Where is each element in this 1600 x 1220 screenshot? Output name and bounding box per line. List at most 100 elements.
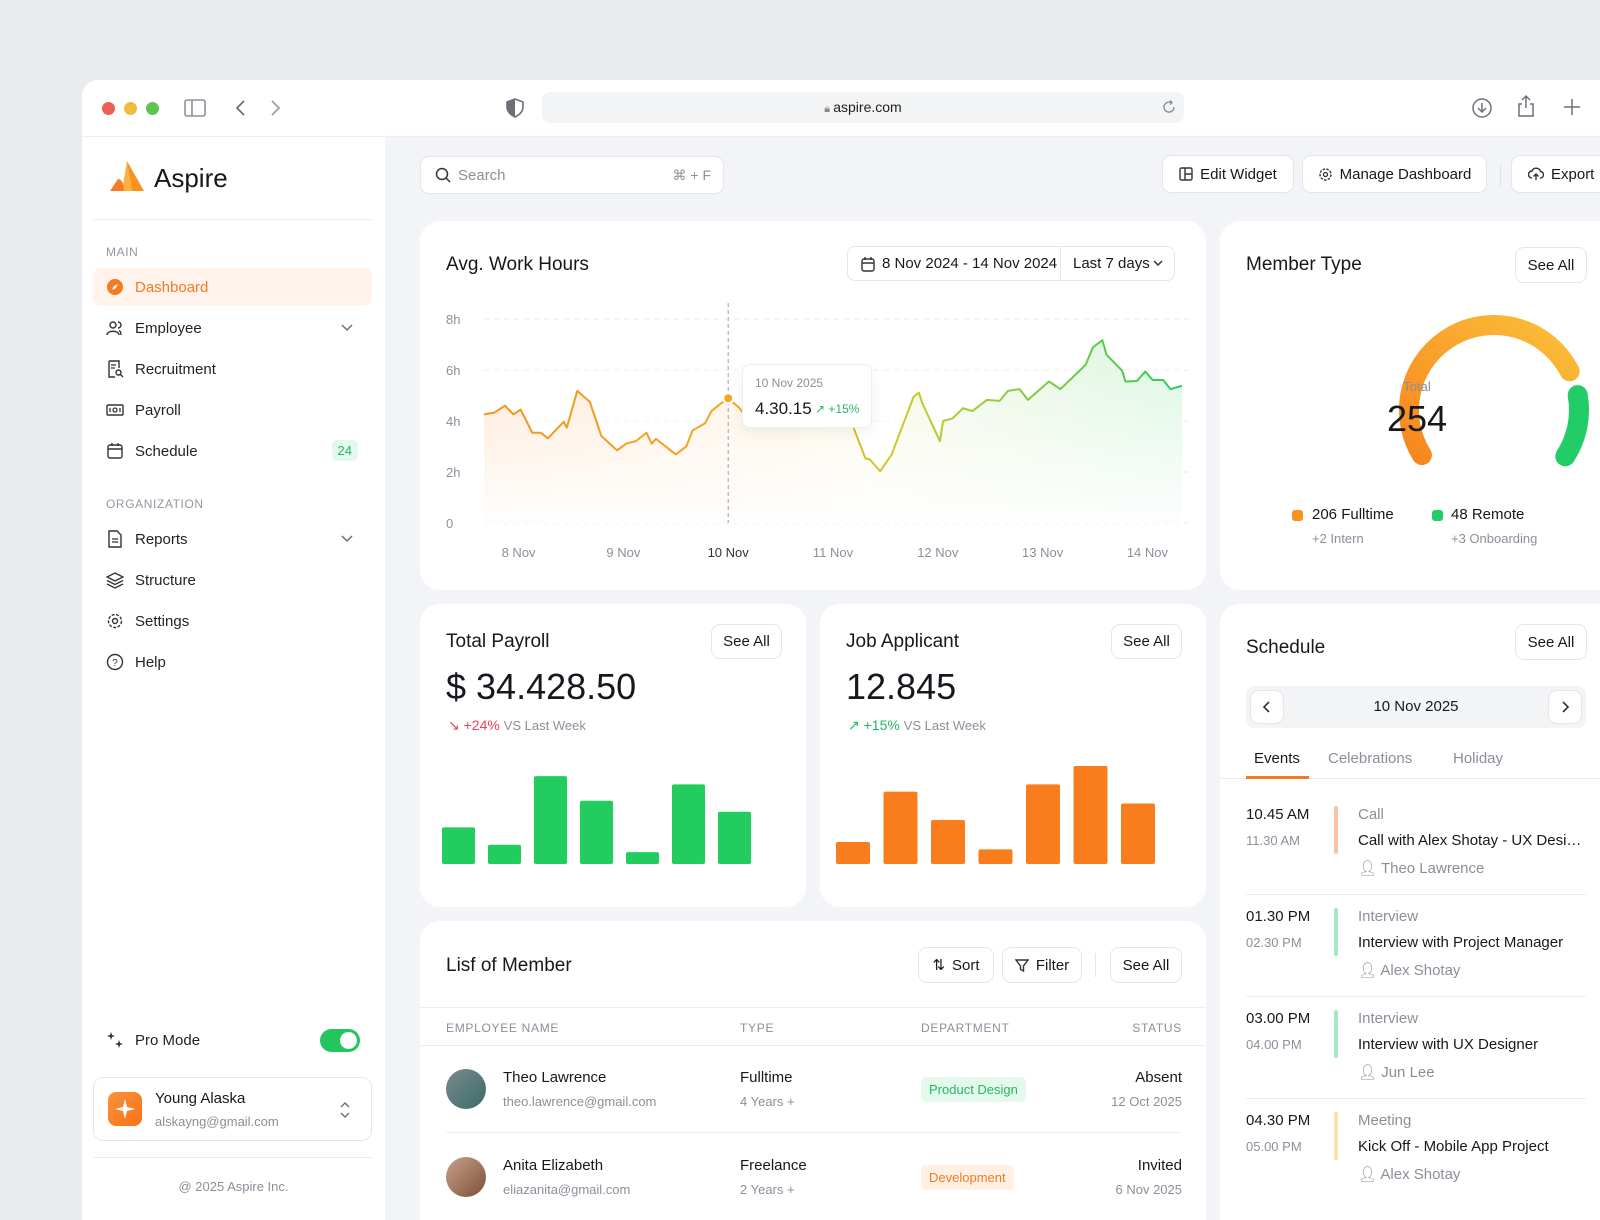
bar xyxy=(718,812,751,864)
sidebar-item-schedule[interactable]: Schedule24 xyxy=(93,432,372,470)
chevron-down-icon[interactable] xyxy=(340,531,354,545)
fulltime-legend-swatch xyxy=(1292,510,1303,521)
sidebar-item-dashboard[interactable]: Dashboard xyxy=(93,268,372,306)
browser-window: 🔒︎ aspire.com Aspire MAIN Dashboard Empl… xyxy=(82,80,1600,1220)
sort-button[interactable]: ⇅Sort xyxy=(918,947,994,983)
sidebar-item-structure[interactable]: Structure xyxy=(93,561,372,599)
sidebar-item-settings[interactable]: Settings xyxy=(93,602,372,640)
event-name: Interview with Project Manager xyxy=(1358,934,1588,951)
sidebar-item-label: Help xyxy=(135,654,166,671)
chevron-down-icon[interactable] xyxy=(340,320,354,334)
table-row[interactable]: Theo Lawrencetheo.lawrence@gmail.comFull… xyxy=(446,1045,1182,1133)
bar xyxy=(979,849,1013,864)
onboarding-count: +3 Onboarding xyxy=(1451,531,1537,546)
tab-events[interactable]: Events xyxy=(1254,750,1300,767)
close-window-button[interactable] xyxy=(102,102,115,115)
address-bar[interactable]: 🔒︎ aspire.com xyxy=(542,92,1184,123)
sidebar-item-label: Dashboard xyxy=(135,279,208,296)
bar xyxy=(1026,784,1060,864)
money-icon xyxy=(106,401,124,419)
schedule-count-badge: 24 xyxy=(332,440,358,461)
search-placeholder: Search xyxy=(458,167,506,184)
search-input[interactable]: Search ⌘ + F xyxy=(420,156,724,194)
schedule-event[interactable]: 03.00 PM04.00 PMInterviewInterview with … xyxy=(1246,1010,1596,1110)
employee-status: Invited xyxy=(1138,1157,1182,1174)
sidebar-toggle-icon[interactable] xyxy=(184,99,206,117)
share-icon[interactable] xyxy=(1516,94,1536,118)
avg-work-hours-card: Avg. Work Hours 8 Nov 2024 - 14 Nov 2024… xyxy=(420,221,1206,590)
user-profile-switcher[interactable]: Young Alaska alskayng@gmail.com xyxy=(93,1077,372,1141)
event-person: Alex Shotay xyxy=(1380,1166,1460,1183)
table-row[interactable]: Anita Elizabetheliazanita@gmail.comFreel… xyxy=(446,1133,1182,1220)
minimize-window-button[interactable] xyxy=(124,102,137,115)
back-icon[interactable] xyxy=(234,99,246,117)
sidebar-item-reports[interactable]: Reports xyxy=(93,520,372,558)
new-tab-icon[interactable] xyxy=(1562,97,1582,117)
payroll-bar-chart xyxy=(420,604,806,907)
column-header-status[interactable]: STATUS xyxy=(1132,1021,1182,1035)
reload-icon[interactable] xyxy=(1162,100,1176,114)
see-all-button[interactable]: See All xyxy=(1515,624,1587,660)
x-tick-label: 12 Nov xyxy=(917,545,959,560)
event-start: 01.30 PM xyxy=(1246,908,1310,925)
event-kind: Interview xyxy=(1358,1010,1418,1027)
forward-icon[interactable] xyxy=(270,99,282,117)
schedule-event[interactable]: 10.45 AM11.30 AMCallCall with Alex Shota… xyxy=(1246,806,1596,906)
event-start: 04.30 PM xyxy=(1246,1112,1310,1129)
sidebar-item-payroll[interactable]: Payroll xyxy=(93,391,372,429)
tooltip-date: 10 Nov 2025 xyxy=(755,376,823,390)
x-tick-label: 10 Nov xyxy=(708,545,750,560)
highlight-point[interactable] xyxy=(723,393,733,403)
x-tick-label: 13 Nov xyxy=(1022,545,1064,560)
intern-count: +2 Intern xyxy=(1312,531,1364,546)
event-start: 03.00 PM xyxy=(1246,1010,1310,1027)
tooltip-change-value: +15% xyxy=(828,402,859,416)
remote-legend-swatch xyxy=(1432,510,1443,521)
employee-type: Fulltime xyxy=(740,1069,793,1086)
column-header-type[interactable]: TYPE xyxy=(740,1021,774,1035)
sidebar-item-recruitment[interactable]: Recruitment xyxy=(93,350,372,388)
filter-icon xyxy=(1015,959,1029,972)
edit-widget-button[interactable]: Edit Widget xyxy=(1162,155,1294,193)
column-header-department[interactable]: DEPARTMENT xyxy=(921,1021,1010,1035)
filter-button[interactable]: Filter xyxy=(1002,947,1082,983)
event-kind: Meeting xyxy=(1358,1112,1411,1129)
tab-holiday[interactable]: Holiday xyxy=(1453,750,1503,767)
download-icon[interactable] xyxy=(1471,97,1493,119)
section-main-label: MAIN xyxy=(106,245,138,259)
applicant-bar-chart xyxy=(820,604,1206,907)
schedule-event[interactable]: 04.30 PM05.00 PMMeetingKick Off - Mobile… xyxy=(1246,1112,1596,1212)
column-header-name[interactable]: EMPLOYEE NAME xyxy=(446,1021,559,1035)
employee-email: eliazanita@gmail.com xyxy=(503,1182,630,1197)
sidebar-item-label: Structure xyxy=(135,572,196,589)
event-name: Call with Alex Shotay - UX Design... xyxy=(1358,832,1588,849)
sidebar-item-help[interactable]: ?Help xyxy=(93,643,372,681)
pro-mode-toggle[interactable] xyxy=(320,1029,360,1052)
event-person: Jun Lee xyxy=(1381,1064,1434,1081)
sidebar-item-label: Employee xyxy=(135,320,202,337)
event-name: Kick Off - Mobile App Project xyxy=(1358,1138,1588,1155)
see-all-button[interactable]: See All xyxy=(1110,947,1182,983)
chevron-up-down-icon xyxy=(339,1101,351,1119)
cloud-upload-icon xyxy=(1528,167,1544,181)
event-name: Interview with UX Designer xyxy=(1358,1036,1588,1053)
edit-widget-label: Edit Widget xyxy=(1200,166,1277,183)
sidebar-item-employee[interactable]: Employee xyxy=(93,309,372,347)
event-color-bar xyxy=(1334,1010,1338,1058)
manage-dashboard-label: Manage Dashboard xyxy=(1340,166,1472,183)
layers-icon xyxy=(106,571,124,589)
employee-email: theo.lawrence@gmail.com xyxy=(503,1094,656,1109)
event-color-bar xyxy=(1334,908,1338,956)
schedule-card: Schedule See All 10 Nov 2025 Events Cele… xyxy=(1220,604,1600,1220)
sidebar-item-label: Recruitment xyxy=(135,361,216,378)
export-button[interactable]: Export xyxy=(1511,155,1600,193)
x-tick-label: 14 Nov xyxy=(1127,545,1169,560)
y-tick-label: 2h xyxy=(446,465,460,480)
maximize-window-button[interactable] xyxy=(146,102,159,115)
tab-celebrations[interactable]: Celebrations xyxy=(1328,750,1412,767)
next-date-button[interactable] xyxy=(1548,690,1582,724)
manage-dashboard-button[interactable]: Manage Dashboard xyxy=(1302,155,1487,193)
document-search-icon xyxy=(106,360,124,378)
shield-icon[interactable] xyxy=(506,98,524,118)
schedule-event[interactable]: 01.30 PM02.30 PMInterviewInterview with … xyxy=(1246,908,1596,1008)
